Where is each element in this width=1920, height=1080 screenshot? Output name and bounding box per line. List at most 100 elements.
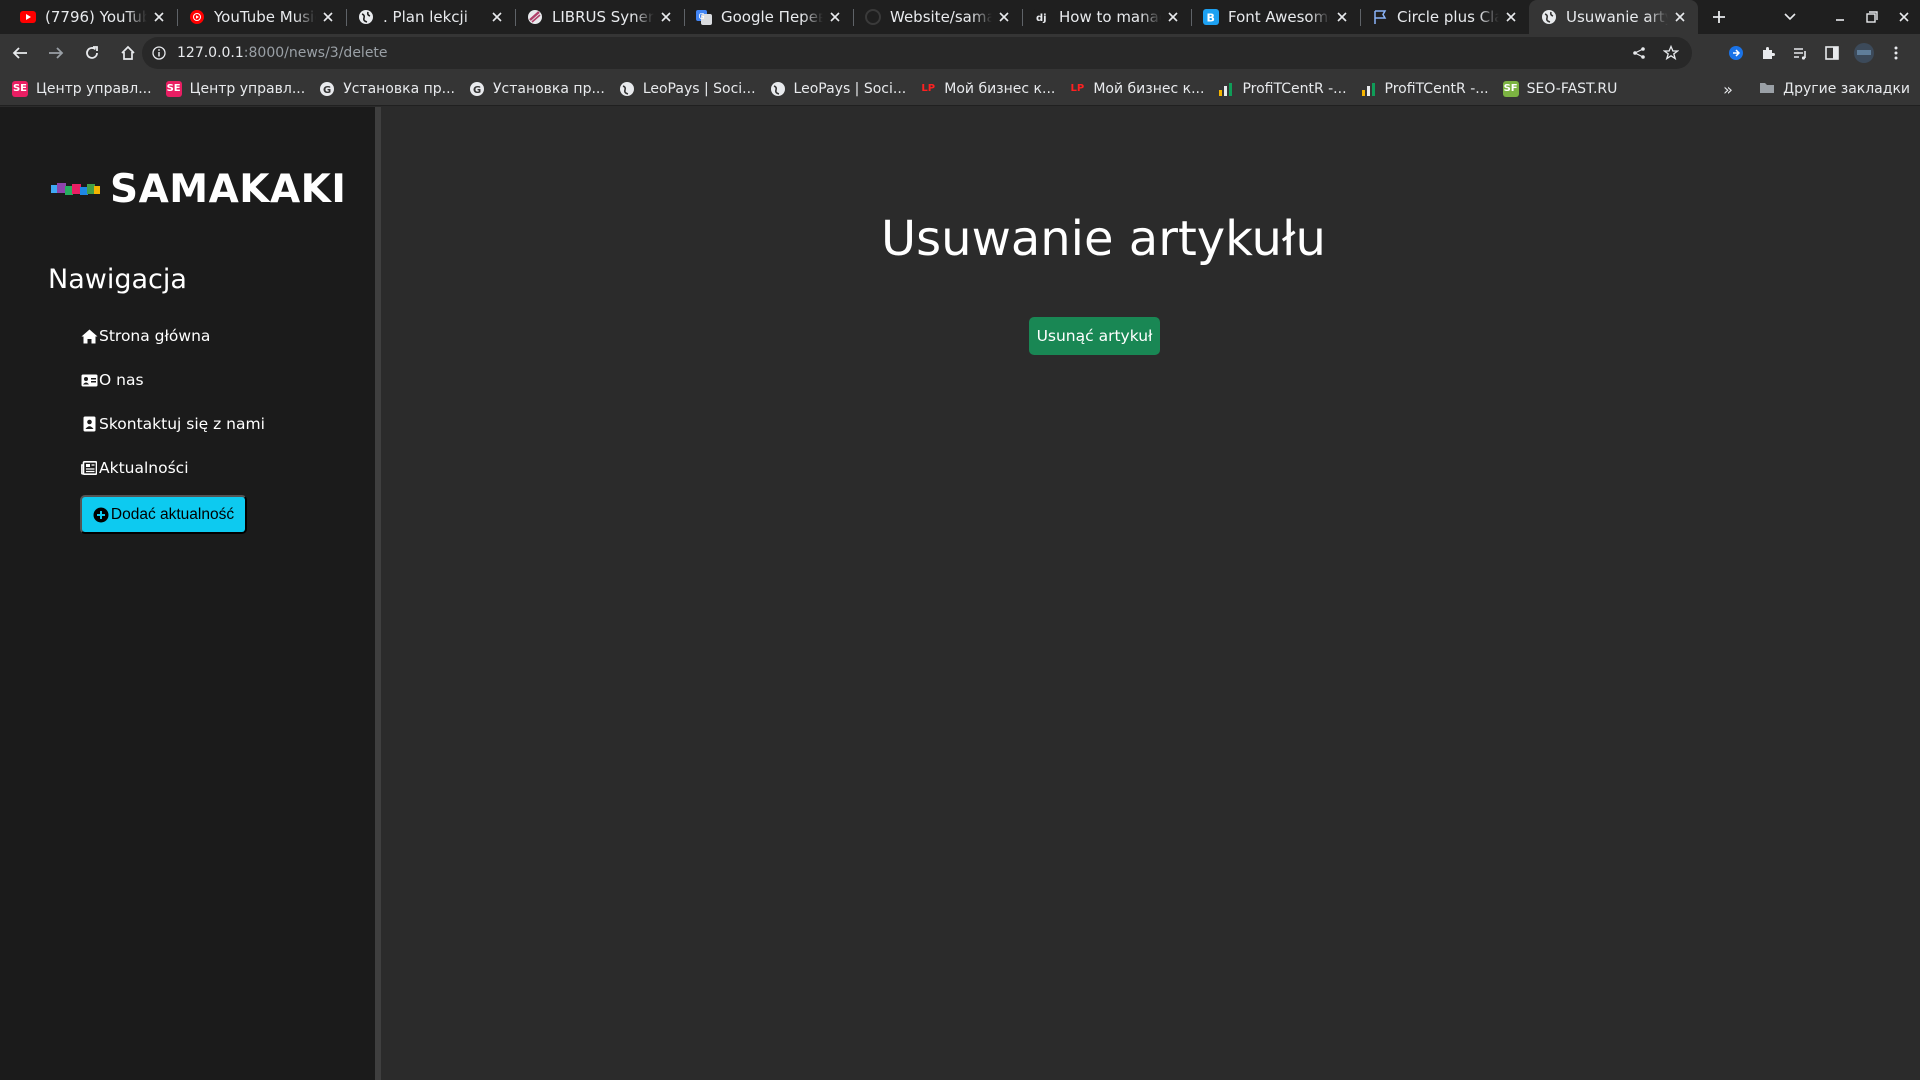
close-tab-icon[interactable] (1165, 9, 1181, 25)
close-window-button[interactable] (1888, 0, 1920, 34)
web-page: SAMAKAKI Nawigacja Strona główna O nas S… (0, 107, 1920, 1080)
star-icon[interactable] (1658, 40, 1684, 66)
extension-blue-icon[interactable] (1720, 37, 1752, 69)
nav-list: Strona główna O nas Skontaktuj się z nam… (80, 314, 265, 490)
tab-django-howto[interactable]: dj How to manage (1022, 0, 1191, 34)
close-tab-icon[interactable] (151, 9, 167, 25)
close-tab-icon[interactable] (1334, 9, 1350, 25)
bookmark-label: Центр управл... (36, 80, 152, 97)
se-icon: SE (12, 80, 28, 97)
puzzle-icon[interactable] (1752, 37, 1784, 69)
nav-link-label: Aktualności (99, 459, 189, 477)
svg-text:G: G (323, 85, 331, 96)
lp-icon: LP (921, 83, 936, 94)
bookmark-item[interactable]: LeoPays | Soci... (770, 75, 915, 103)
folder-icon (1759, 81, 1775, 98)
close-tab-icon[interactable] (827, 9, 843, 25)
tab-circle-plus[interactable]: Circle plus Classic (1360, 0, 1529, 34)
svg-text:B: B (1207, 12, 1215, 25)
tab-title: Google Переводчик (721, 8, 823, 26)
bookmark-item[interactable]: G Установка пр... (469, 75, 613, 103)
bookmark-item[interactable]: LeoPays | Soci... (619, 75, 764, 103)
profile-avatar[interactable] (1848, 37, 1880, 69)
back-button[interactable] (4, 37, 36, 69)
url-path: :8000/news/3/delete (243, 45, 388, 61)
bookmark-item[interactable]: SF SEO-FAST.RU (1502, 75, 1626, 103)
minimize-button[interactable] (1824, 0, 1856, 34)
home-button[interactable] (112, 37, 144, 69)
lp-icon: LP (1070, 83, 1085, 94)
sidebar: SAMAKAKI Nawigacja Strona główna O nas S… (0, 107, 381, 1080)
side-panel-icon[interactable] (1816, 37, 1848, 69)
close-tab-icon[interactable] (1672, 9, 1688, 25)
id-card-icon (80, 372, 98, 388)
address-book-icon (80, 416, 98, 432)
tab-title: (7796) YouTube (45, 8, 147, 26)
tab-title: LIBRUS Synergia (552, 8, 654, 26)
arrow-left-icon (12, 47, 27, 59)
address-bar[interactable]: 127.0.0.1:8000/news/3/delete (142, 37, 1692, 69)
add-news-label: Dodać aktualność (110, 505, 235, 523)
kebab-menu-icon[interactable] (1880, 37, 1912, 69)
reload-button[interactable] (76, 37, 108, 69)
tab-youtube-music[interactable]: YouTube Music (177, 0, 346, 34)
bookmark-label: Установка пр... (343, 80, 455, 97)
brand[interactable]: SAMAKAKI (51, 167, 346, 212)
tab-search-button[interactable] (1774, 0, 1806, 34)
restore-button[interactable] (1856, 0, 1888, 34)
new-tab-button[interactable] (1702, 0, 1736, 34)
bookmark-item[interactable]: SE Центр управл... (12, 75, 160, 103)
se-icon: SE (165, 80, 182, 97)
bookmark-label: ProfiTCentR -... (1384, 80, 1489, 97)
nav-heading: Nawigacja (48, 264, 187, 295)
tab-youtube[interactable]: (7796) YouTube (8, 0, 177, 34)
bar-chart-icon (1361, 81, 1377, 97)
g-icon: G (319, 81, 335, 97)
tab-font-awesome[interactable]: B Font Awesome (1191, 0, 1360, 34)
add-news-button[interactable]: Dodać aktualność (80, 495, 247, 534)
delete-article-button[interactable]: Usunąć artykuł (1029, 317, 1160, 355)
other-bookmarks[interactable]: Другие закладки (1759, 75, 1910, 103)
nav-link-label: O nas (99, 371, 144, 389)
bookmark-item[interactable]: ProfiTCentR -... (1218, 75, 1354, 103)
tab-plan-lekcji[interactable]: . Plan lekcji (346, 0, 515, 34)
close-tab-icon[interactable] (489, 9, 505, 25)
bookmark-item[interactable]: SE Центр управл... (165, 75, 314, 103)
tab-title: Font Awesome (1228, 8, 1330, 26)
tab-strip: (7796) YouTube YouTube Music . Plan lekc… (0, 0, 1920, 34)
close-tab-icon[interactable] (658, 9, 674, 25)
close-tab-icon[interactable] (320, 9, 336, 25)
nav-link-news[interactable]: Aktualności (80, 446, 265, 490)
nav-link-about[interactable]: O nas (80, 358, 265, 402)
tab-github-website[interactable]: Website/samakaki (853, 0, 1022, 34)
bookmark-item[interactable]: LP Мой бизнес к... (1069, 75, 1212, 103)
bookmark-item[interactable]: LP Мой бизнес к... (920, 75, 1063, 103)
svg-text:G: G (699, 12, 705, 21)
nav-link-home[interactable]: Strona główna (80, 314, 265, 358)
reading-list-icon[interactable] (1784, 37, 1816, 69)
bookmark-label: Центр управл... (189, 80, 306, 97)
nav-link-contact[interactable]: Skontaktuj się z nami (80, 402, 265, 446)
site-info-icon[interactable] (150, 44, 168, 62)
bar-chart-icon (1218, 81, 1234, 97)
bookmark-item[interactable]: ProfiTCentR -... (1361, 75, 1497, 103)
bookmark-item[interactable]: G Установка пр... (319, 75, 463, 103)
bookmarks-overflow-button[interactable]: » (1714, 75, 1742, 103)
page-title: Usuwanie artykułu (881, 211, 1326, 267)
close-tab-icon[interactable] (1503, 9, 1519, 25)
bookmark-label: Мой бизнес к... (944, 80, 1056, 97)
close-tab-icon[interactable] (996, 9, 1012, 25)
brand-name: SAMAKAKI (110, 167, 347, 212)
tab-librus[interactable]: LIBRUS Synergia (515, 0, 684, 34)
forward-button[interactable] (40, 37, 72, 69)
bookmark-label: LeoPays | Soci... (642, 80, 756, 97)
nav-link-label: Strona główna (99, 327, 211, 345)
tab-google-translate[interactable]: G Google Переводчик (684, 0, 853, 34)
share-icon[interactable] (1626, 40, 1652, 66)
window-controls (1774, 0, 1920, 34)
tab-usuwanie-artykulu[interactable]: Usuwanie artykułu (1529, 0, 1698, 34)
restore-icon (1866, 11, 1878, 23)
sf-icon: SF (1502, 80, 1519, 97)
librus-icon (527, 9, 543, 25)
django-icon: dj (1034, 9, 1050, 25)
